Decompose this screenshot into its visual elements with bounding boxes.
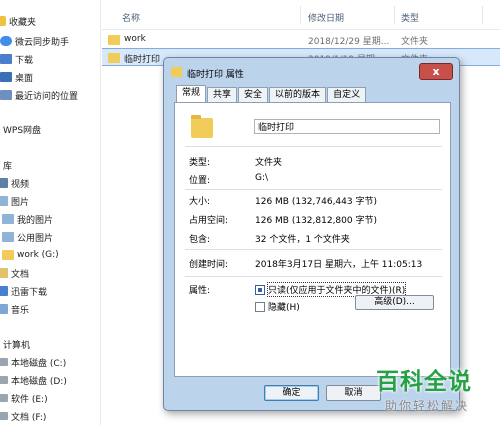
picture-folder-icon (2, 214, 14, 224)
desktop-icon (0, 72, 12, 82)
cancel-button[interactable]: 取消 (326, 385, 381, 401)
sidebar-item-wps-drive[interactable]: WPS网盘 (0, 120, 41, 138)
sidebar-item-my-pictures[interactable]: 我的图片 (2, 210, 53, 228)
checkbox-partial-icon (255, 284, 265, 295)
picture-folder-icon (2, 232, 14, 242)
file-type: 文件夹 (401, 37, 429, 47)
sidebar-computer[interactable]: 计算机 (0, 335, 30, 353)
sidebar-item-pictures[interactable]: 图片 (0, 192, 29, 210)
type-label: 类型: (189, 158, 211, 168)
folder-icon (191, 115, 213, 138)
navigation-pane: 收藏夹 微云同步助手 下载 桌面 最近访问的位置 WPS网盘 库 视频 图片 我… (0, 0, 101, 425)
sidebar-item-drive-c[interactable]: 本地磁盘 (C:) (0, 353, 66, 371)
column-date[interactable]: 修改日期 (308, 11, 344, 24)
sidebar-item-videos[interactable]: 视频 (0, 174, 29, 192)
hidden-label: 隐藏(H) (268, 303, 300, 313)
sidebar-item-drive-e[interactable]: 软件 (E:) (0, 389, 48, 407)
document-icon (0, 268, 8, 278)
video-icon (0, 178, 8, 188)
column-name[interactable]: 名称 (122, 11, 140, 24)
tab-general[interactable]: 常规 (176, 85, 207, 103)
music-icon (0, 304, 8, 314)
cloud-icon (0, 36, 12, 46)
divider (185, 249, 442, 250)
created-value: 2018年3月17日 星期六，上午 11:05:13 (255, 260, 423, 270)
size-label: 大小: (189, 197, 211, 207)
sidebar-item-drive-f[interactable]: 文档 (F:) (0, 407, 46, 425)
folder-icon (171, 67, 182, 77)
drive-icon (0, 394, 8, 402)
tab-customize[interactable]: 自定义 (327, 87, 367, 103)
star-icon (0, 16, 6, 26)
location-value: G:\ (255, 173, 269, 183)
sidebar-item-downloads[interactable]: 下载 (0, 50, 33, 68)
sidebar-item-work-g[interactable]: work (G:) (2, 246, 59, 264)
column-divider[interactable] (482, 6, 483, 24)
sidebar-item-public-pictures[interactable]: 公用图片 (2, 228, 53, 246)
recent-icon (0, 90, 12, 100)
sidebar-favorites[interactable]: 收藏夹 (0, 12, 36, 30)
folder-name-input[interactable] (254, 119, 440, 134)
tab-sharing[interactable]: 共享 (207, 87, 238, 103)
sidebar-item-documents[interactable]: 文档 (0, 264, 29, 282)
checkbox-icon (255, 301, 265, 312)
location-label: 位置: (189, 176, 211, 186)
download-icon (0, 54, 12, 64)
download-icon (0, 286, 8, 296)
dialog-titlebar[interactable]: 临时打印 属性 x (164, 58, 459, 86)
column-divider[interactable] (394, 6, 395, 24)
advanced-button[interactable]: 高级(D)... (355, 295, 434, 310)
tab-previous-versions[interactable]: 以前的版本 (269, 87, 327, 103)
sidebar-item-drive-d[interactable]: 本地磁盘 (D:) (0, 371, 67, 389)
sidebar-item-music[interactable]: 音乐 (0, 300, 29, 318)
picture-icon (0, 196, 8, 206)
contains-label: 包含: (189, 235, 211, 245)
file-date: 2018/12/29 星期... (308, 37, 390, 47)
divider (185, 146, 442, 147)
sidebar-item-weiyun[interactable]: 微云同步助手 (0, 32, 69, 50)
file-list-header: 名称 修改日期 类型 (102, 0, 500, 30)
drive-icon (0, 358, 8, 366)
file-row-work[interactable]: work 2018/12/29 星期... 文件夹 (102, 31, 500, 49)
type-value: 文件夹 (255, 158, 283, 168)
contains-value: 32 个文件，1 个文件夹 (255, 235, 350, 245)
close-button[interactable]: x (419, 63, 453, 80)
folder-icon (108, 35, 120, 45)
attributes-label: 属性: (189, 286, 211, 296)
column-type[interactable]: 类型 (401, 11, 419, 24)
disk-size-label: 占用空间: (189, 216, 229, 226)
sidebar-item-xunlei[interactable]: 迅雷下载 (0, 282, 47, 300)
general-tab-panel: 类型: 文件夹 位置: G:\ 大小: 126 MB (132,746,443 … (174, 102, 451, 377)
file-name: 临时打印 (124, 55, 161, 65)
sidebar-libraries[interactable]: 库 (0, 156, 12, 174)
properties-dialog: 临时打印 属性 x 常规 共享 安全 以前的版本 自定义 类型: 文件夹 位置:… (163, 57, 460, 411)
folder-icon (108, 53, 120, 63)
tab-security[interactable]: 安全 (238, 87, 269, 103)
hidden-checkbox[interactable]: 隐藏(H) (255, 300, 300, 313)
sidebar-item-recent[interactable]: 最近访问的位置 (0, 86, 78, 104)
watermark-title: 百科全说 (376, 369, 472, 395)
file-name: work (124, 34, 146, 44)
folder-icon (2, 250, 14, 260)
watermark-subtitle: 助你轻松解决 (385, 399, 470, 413)
divider (185, 276, 442, 277)
drive-icon (0, 376, 8, 384)
size-value: 126 MB (132,746,443 字节) (255, 197, 377, 207)
drive-icon (0, 412, 8, 420)
column-divider[interactable] (300, 6, 301, 24)
sidebar-item-desktop[interactable]: 桌面 (0, 68, 33, 86)
divider (185, 189, 442, 190)
dialog-tabs: 常规 共享 安全 以前的版本 自定义 (176, 85, 367, 103)
dialog-title: 临时打印 属性 (187, 70, 244, 80)
disk-size-value: 126 MB (132,812,800 字节) (255, 216, 377, 226)
created-label: 创建时间: (189, 260, 229, 270)
ok-button[interactable]: 确定 (264, 385, 319, 401)
